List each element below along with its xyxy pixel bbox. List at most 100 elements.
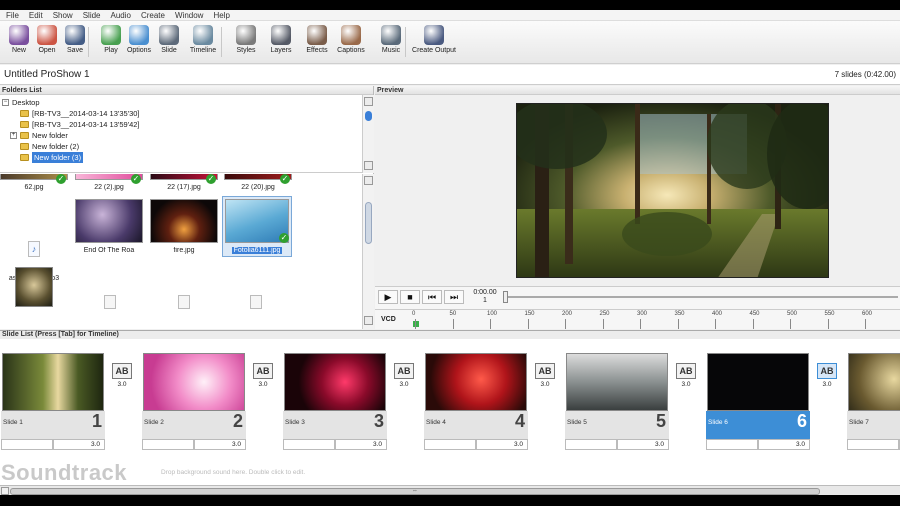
file-thumb[interactable]: End Of The Roa	[75, 199, 143, 254]
layers-button[interactable]: Layers	[264, 23, 298, 63]
tree-item-folder-selected[interactable]: New folder (3)	[20, 152, 84, 163]
menu-bar: File Edit Show Slide Audio Create Window…	[0, 10, 900, 21]
slide-thumbnail	[425, 353, 527, 411]
files-scrollbar[interactable]	[362, 174, 374, 329]
playback-scrubber[interactable]	[503, 291, 898, 303]
slide-duration[interactable]: 3.0	[476, 439, 528, 450]
slide-field[interactable]	[706, 439, 758, 450]
collapse-icon[interactable]: −	[2, 99, 9, 106]
slide-6[interactable]: Slide 6 6 3.0	[706, 353, 810, 451]
styles-button[interactable]: Styles	[229, 23, 263, 63]
scroll-down-icon[interactable]	[364, 316, 373, 325]
playback-controls: ▶ ■ ⏮ ⏭ 0:00.00 1 VCD 0 50 100 150 200 250 300…	[375, 286, 900, 329]
transition-icon: AB	[253, 363, 273, 379]
effects-button[interactable]: Effects	[300, 23, 334, 63]
slide-name: Slide 2	[144, 419, 164, 426]
transition-icon: AB	[817, 363, 837, 379]
scroll-left-icon[interactable]	[1, 487, 9, 495]
tree-item-folder[interactable]: + New folder	[10, 130, 68, 141]
styles-icon	[236, 25, 256, 45]
slide-number: 3	[373, 411, 384, 431]
expand-icon[interactable]: +	[10, 132, 17, 139]
save-button[interactable]: Save	[58, 23, 92, 63]
menu-show[interactable]: Show	[53, 10, 73, 20]
file-thumb[interactable]: fire.jpg	[150, 199, 218, 254]
file-thumb-selected[interactable]: ✓ Fotolia6111.jpg	[222, 196, 292, 257]
transition-5[interactable]: AB 3.0	[674, 363, 698, 393]
music-button[interactable]: Music	[374, 23, 408, 63]
check-icon: ✓	[279, 233, 289, 243]
slide-thumbnail	[284, 353, 386, 411]
menu-create[interactable]: Create	[141, 10, 165, 20]
new-show-icon	[9, 25, 29, 45]
menu-slide[interactable]: Slide	[83, 10, 101, 20]
file-icon[interactable]	[250, 295, 262, 309]
scroll-thumb[interactable]	[365, 111, 372, 121]
slide-number: 1	[91, 411, 102, 431]
slide-1[interactable]: Slide 1 1 3.0	[1, 353, 105, 451]
scroll-thumb[interactable]	[365, 202, 372, 244]
file-thumb[interactable]: ✓ 22 (2).jpg	[75, 174, 143, 191]
transition-2[interactable]: AB 3.0	[251, 363, 275, 393]
slide-7[interactable]: Slide 77	[847, 353, 900, 451]
slide-3[interactable]: Slide 3 3 3.0	[283, 353, 387, 451]
slide-duration[interactable]: 3.0	[335, 439, 387, 450]
next-button[interactable]: ⏭	[444, 290, 464, 304]
folder-icon	[20, 121, 29, 128]
slide-field[interactable]	[283, 439, 335, 450]
file-image[interactable]	[15, 267, 53, 307]
file-icon[interactable]	[178, 295, 190, 309]
timeline-button[interactable]: Timeline	[186, 23, 220, 63]
options-icon	[129, 25, 149, 45]
transition-icon: AB	[394, 363, 414, 379]
slide-field[interactable]	[424, 439, 476, 450]
slide-button[interactable]: Slide	[152, 23, 186, 63]
menu-audio[interactable]: Audio	[111, 10, 131, 20]
slide-field[interactable]	[565, 439, 617, 450]
create-output-button[interactable]: Create Output	[410, 23, 458, 63]
menu-edit[interactable]: Edit	[29, 10, 43, 20]
slide-meta: Slide 6 6 3.0	[706, 411, 810, 450]
timecode: 0:00.00 1	[473, 289, 497, 304]
options-button[interactable]: Options	[122, 23, 156, 63]
scroll-thumb[interactable]: ⇔	[10, 488, 820, 495]
slide-list-scrollbar[interactable]: ⇔	[0, 485, 900, 495]
tree-scrollbar[interactable]	[362, 95, 374, 173]
slide-duration[interactable]: 3.0	[194, 439, 246, 450]
slide-duration[interactable]: 3.0	[758, 439, 810, 450]
ruler-tick-label: 50	[449, 311, 457, 317]
tree-item-folder[interactable]: [RB-TV3__2014-03-14 13'35'30]	[20, 108, 140, 119]
menu-help[interactable]: Help	[213, 10, 229, 20]
transition-6[interactable]: AB 3.0	[815, 363, 839, 393]
slide-2[interactable]: Slide 2 2 3.0	[142, 353, 246, 451]
menu-window[interactable]: Window	[175, 10, 203, 20]
slide-field[interactable]	[142, 439, 194, 450]
tree-item-desktop[interactable]: − Desktop	[2, 97, 40, 108]
previous-button[interactable]: ⏮	[422, 290, 442, 304]
slide-field[interactable]	[1, 439, 53, 450]
slide-duration[interactable]: 3.0	[53, 439, 105, 450]
slide-field[interactable]	[847, 439, 899, 450]
play-button[interactable]: ▶	[378, 290, 398, 304]
file-icon[interactable]	[104, 295, 116, 309]
captions-button[interactable]: Captions	[334, 23, 368, 63]
tree-item-folder[interactable]: [RB-TV3__2014-03-14 13'59'42]	[20, 119, 140, 130]
menu-file[interactable]: File	[6, 10, 19, 20]
scrubber-handle[interactable]	[503, 291, 508, 303]
scroll-up-icon[interactable]	[364, 97, 373, 106]
slide-duration[interactable]: 3.0	[617, 439, 669, 450]
slide-meta: Slide 4 4 3.0	[424, 411, 528, 450]
transition-1[interactable]: AB 3.0	[110, 363, 134, 393]
scroll-down-icon[interactable]	[364, 161, 373, 170]
slide-5[interactable]: Slide 5 5 3.0	[565, 353, 669, 451]
slide-4[interactable]: Slide 4 4 3.0	[424, 353, 528, 451]
stop-button[interactable]: ■	[400, 290, 420, 304]
transition-3[interactable]: AB 3.0	[392, 363, 416, 393]
scroll-up-icon[interactable]	[364, 176, 373, 185]
file-image	[150, 199, 218, 243]
transition-4[interactable]: AB 3.0	[533, 363, 557, 393]
file-thumb[interactable]: ✓ 22 (17).jpg	[150, 174, 218, 191]
file-thumb[interactable]: ✓ 62.jpg	[0, 174, 68, 191]
file-thumb[interactable]: ✓ 22 (20).jpg	[224, 174, 292, 191]
tree-item-folder[interactable]: New folder (2)	[20, 141, 79, 152]
